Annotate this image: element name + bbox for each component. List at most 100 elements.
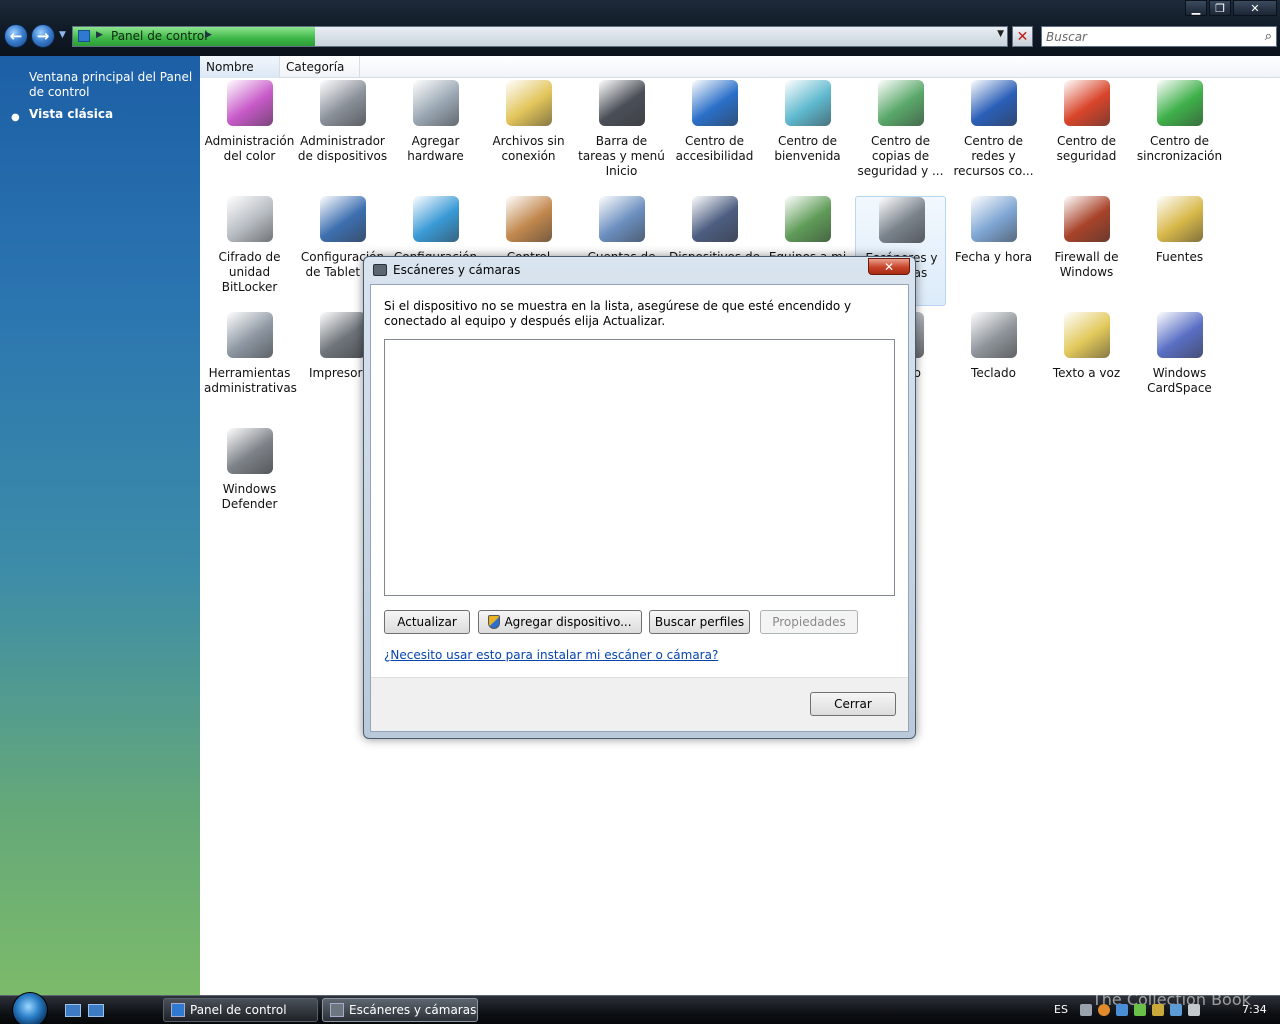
control-panel-item[interactable]: Centro de sincronización — [1134, 80, 1225, 190]
task-pane: Ventana principal del Panel de control ●… — [0, 56, 200, 995]
column-header-category[interactable]: Categoría — [280, 56, 360, 78]
parental-controls-icon — [506, 196, 552, 242]
admin-tools-icon — [227, 312, 273, 358]
scanner-camera-icon — [330, 1003, 344, 1017]
security-icon[interactable] — [1152, 1004, 1164, 1016]
column-header-name[interactable]: Nombre — [200, 56, 280, 78]
control-panel-item[interactable]: Centro de redes y recursos co... — [948, 80, 1039, 190]
bitlocker-icon — [227, 196, 273, 242]
breadcrumb-chevron-icon[interactable]: ▶ — [96, 30, 103, 40]
minimize-button[interactable]: ▁ — [1185, 0, 1207, 16]
explorer-toolbar: ← → ▼ ▶ Panel de control ▶ ▼ ✕ ⌕ ▁ ❐ ✕ — [0, 0, 1280, 56]
start-button[interactable] — [12, 992, 48, 1024]
cardspace-icon — [1157, 312, 1203, 358]
search-box[interactable]: ⌕ — [1041, 26, 1277, 47]
add-device-button[interactable]: Agregar dispositivo... — [478, 610, 642, 634]
control-panel-item[interactable]: Administración del color — [204, 80, 295, 190]
connection-icon[interactable] — [1170, 1004, 1182, 1016]
update-icon[interactable] — [1098, 1004, 1110, 1016]
device-manager-icon — [320, 80, 366, 126]
text-to-speech-icon — [1064, 312, 1110, 358]
control-panel-item-label: Firewall de Windows — [1054, 250, 1119, 279]
control-panel-item[interactable]: Firewall de Windows — [1041, 196, 1132, 306]
network-icon[interactable] — [1116, 1004, 1128, 1016]
back-button[interactable]: ← — [4, 24, 28, 48]
scanner-camera-icon — [879, 197, 925, 243]
dialog-title: Escáneres y cámaras — [393, 263, 521, 277]
control-panel-item-label: Centro de seguridad — [1056, 134, 1117, 163]
dialog-body: Si el dispositivo no se muestra en la li… — [370, 284, 909, 732]
control-panel-item[interactable]: Texto a voz — [1041, 312, 1132, 422]
tablet-pc-icon — [320, 196, 366, 242]
taskbar-scanners-cameras[interactable]: Escáneres y cámaras — [322, 998, 478, 1022]
properties-label: Propiedades — [772, 615, 846, 629]
control-panel-item[interactable]: Centro de bienvenida — [762, 80, 853, 190]
forward-arrow-icon: → — [36, 26, 50, 45]
address-dropdown-icon[interactable]: ▼ — [997, 29, 1004, 39]
control-panel-item[interactable]: Cifrado de unidad BitLocker — [204, 196, 295, 306]
control-panel-item-label: Fuentes — [1155, 250, 1204, 264]
control-panel-item[interactable]: Centro de accesibilidad — [669, 80, 760, 190]
clock[interactable]: 7:34 — [1242, 1003, 1267, 1016]
control-panel-item[interactable]: Herramientas administrativas — [204, 312, 297, 422]
control-panel-item[interactable]: Archivos sin conexión — [483, 80, 574, 190]
security-shield-icon — [1064, 80, 1110, 126]
control-panel-home-link[interactable]: Ventana principal del Panel de control — [29, 70, 194, 100]
offline-files-icon — [506, 80, 552, 126]
color-management-icon — [227, 80, 273, 126]
control-panel-item[interactable]: Centro de seguridad — [1041, 80, 1132, 190]
switch-windows-icon[interactable] — [88, 1004, 104, 1017]
restore-icon: ❐ — [1215, 1, 1225, 15]
defender-icon — [227, 428, 273, 474]
sync-center-icon — [1157, 80, 1203, 126]
fonts-icon — [1157, 196, 1203, 242]
refresh-button[interactable]: Actualizar — [384, 610, 470, 634]
restore-button[interactable]: ❐ — [1209, 0, 1231, 16]
volume-icon[interactable] — [1188, 1004, 1200, 1016]
keyboard-icon[interactable] — [1080, 1004, 1092, 1016]
backup-icon — [878, 80, 924, 126]
control-panel-item[interactable]: Windows Defender — [204, 428, 295, 538]
close-button[interactable]: Cerrar — [810, 692, 896, 716]
back-arrow-icon: ← — [9, 26, 23, 45]
help-link[interactable]: ¿Necesito usar esto para instalar mi esc… — [384, 648, 718, 662]
show-desktop-icon[interactable] — [65, 1004, 81, 1017]
control-panel-item[interactable]: Fecha y hora — [948, 196, 1039, 306]
scanner-camera-icon — [373, 264, 387, 276]
task-label: Panel de control — [190, 1003, 287, 1017]
classic-view-link[interactable]: Vista clásica — [29, 107, 113, 121]
scan-profiles-button[interactable]: Buscar perfiles — [649, 610, 750, 634]
taskbar-control-panel[interactable]: Panel de control — [163, 998, 318, 1022]
forward-button[interactable]: → — [31, 24, 55, 48]
device-list[interactable] — [384, 339, 895, 596]
control-panel-item[interactable]: Windows CardSpace — [1134, 312, 1225, 422]
control-panel-item[interactable]: Agregar hardware — [390, 80, 481, 190]
address-bar[interactable]: ▶ Panel de control ▶ ▼ — [72, 26, 1008, 47]
control-panel-item-label: Texto a voz — [1052, 366, 1121, 380]
control-panel-item[interactable]: Barra de tareas y menú Inicio — [576, 80, 667, 190]
search-icon[interactable]: ⌕ — [1265, 29, 1272, 44]
breadcrumb-control-panel[interactable]: Panel de control — [111, 29, 208, 43]
scanners-cameras-dialog: Escáneres y cámaras ✕ Si el dispositivo … — [363, 256, 916, 739]
refresh-button-label: Actualizar — [397, 615, 457, 629]
dialog-close-button[interactable]: ✕ — [868, 258, 910, 275]
control-panel-item[interactable]: Administrador de dispositivos — [297, 80, 388, 190]
language-indicator[interactable]: ES — [1054, 1003, 1068, 1016]
control-panel-item-label: Centro de accesibilidad — [675, 134, 754, 163]
breadcrumb-chevron-icon[interactable]: ▶ — [205, 30, 212, 40]
stop-button[interactable]: ✕ — [1012, 26, 1033, 47]
minimize-icon: ▁ — [1191, 1, 1201, 15]
control-panel-item-label: Agregar hardware — [407, 134, 464, 163]
add-device-label: Agregar dispositivo... — [504, 615, 632, 629]
check-icon[interactable] — [1134, 1004, 1146, 1016]
search-input[interactable] — [1042, 27, 1252, 46]
dialog-footer: Cerrar — [371, 677, 908, 731]
recent-pages-dropdown-icon[interactable]: ▼ — [59, 30, 66, 40]
control-panel-item[interactable]: Centro de copias de seguridad y ... — [855, 80, 946, 190]
control-panel-item-label: Windows CardSpace — [1147, 366, 1212, 395]
close-window-button[interactable]: ✕ — [1233, 0, 1277, 16]
control-panel-icon — [78, 30, 90, 42]
accessibility-icon — [692, 80, 738, 126]
control-panel-item[interactable]: Teclado — [948, 312, 1039, 422]
control-panel-item[interactable]: Fuentes — [1134, 196, 1225, 306]
